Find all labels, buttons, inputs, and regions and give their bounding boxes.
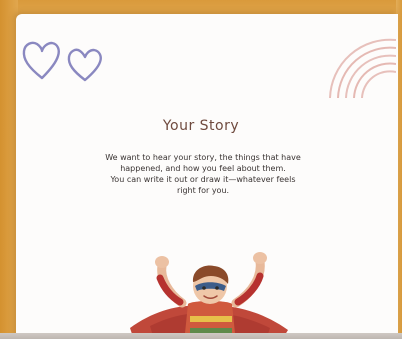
superhero-child-illustration [130,252,288,339]
story-line-3: You can write it out or draw it—whatever… [110,175,296,184]
book-page-view: Your Story We want to hear your story, t… [0,0,402,339]
heart-left-icon [22,41,60,80]
hearts-outline-icon [22,41,102,82]
shirt-stripe [190,316,232,322]
story-line-2: happened, and how you feel about them. [120,164,286,173]
right-fist-shape [253,252,267,264]
story-intro-text: We want to hear your story, the things t… [50,152,356,196]
rainbow-outline-icon [329,38,396,98]
page-title: Your Story [162,118,240,134]
story-line-4: right for you. [176,186,230,195]
left-fist-shape [155,256,169,268]
bottom-toolbar-edge [0,333,402,339]
heart-right-icon [67,48,102,82]
story-line-1: We want to hear your story, the things t… [105,153,301,162]
